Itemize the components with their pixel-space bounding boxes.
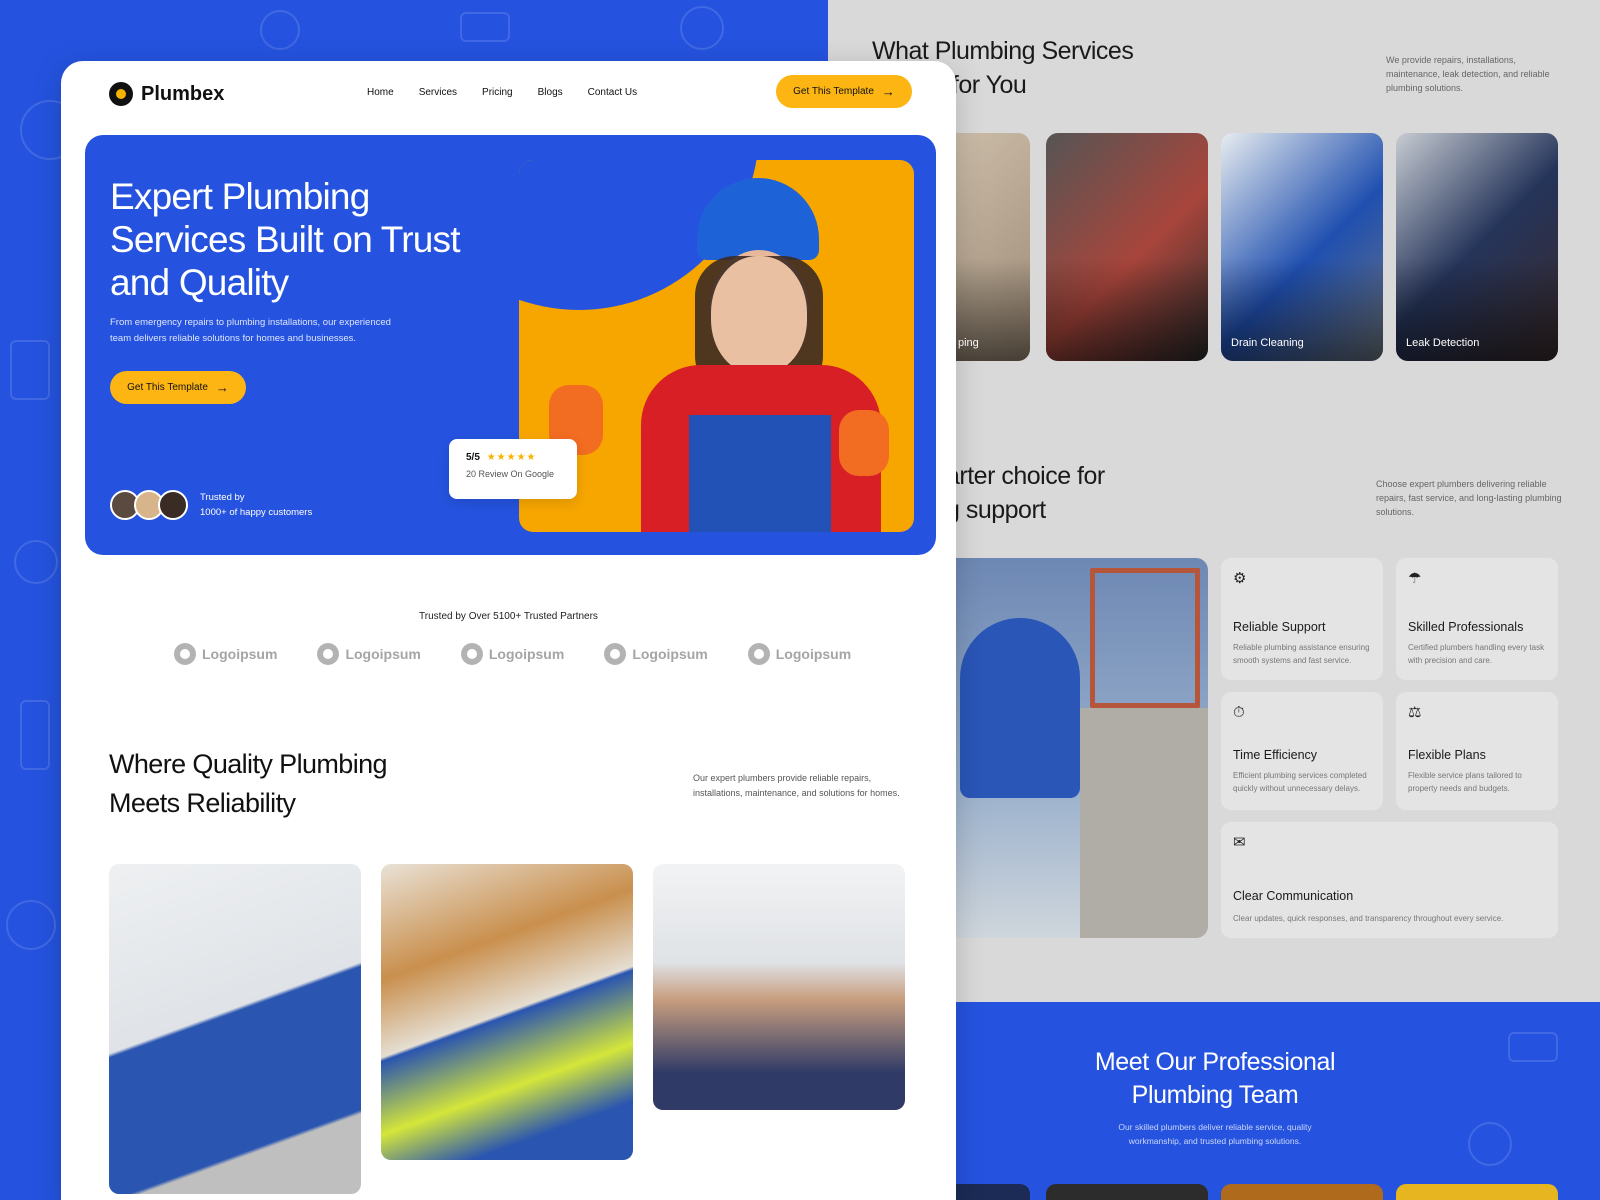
hero-plumber-image xyxy=(519,160,914,532)
trusted-customers: Trusted by 1000+ of happy customers xyxy=(110,490,312,520)
logoipsum-icon xyxy=(174,643,196,665)
brand-name: Plumbex xyxy=(141,82,225,105)
feature-time-efficiency: ⏱ Time Efficiency Efficient plumbing ser… xyxy=(1221,692,1383,810)
avatar xyxy=(158,490,188,520)
feature-clear-communication: ✉ Clear Communication Clear updates, qui… xyxy=(1221,822,1558,938)
feature-desc: Certified plumbers handling every task w… xyxy=(1408,643,1545,665)
partner-logos: Logoipsum Logoipsum Logoipsum Logoipsum … xyxy=(174,643,851,665)
main-nav: Home Services Pricing Blogs Contact Us xyxy=(367,87,637,98)
services-section-description: We provide repairs, installations, maint… xyxy=(1386,55,1550,93)
service-card-pipe-repair[interactable] xyxy=(1046,133,1208,361)
header-cta-label: Get This Template xyxy=(793,86,874,97)
quality-photo-sink xyxy=(653,864,905,1110)
photo-worker xyxy=(960,618,1080,798)
quality-photo-bathroom xyxy=(109,864,361,1194)
arrow-right-icon: → xyxy=(215,380,229,395)
plumber-face-front xyxy=(711,256,807,374)
service-card-label: Drain Cleaning xyxy=(1231,337,1304,349)
feature-title: Reliable Support xyxy=(1233,620,1326,634)
team-section-description: Our skilled plumbers deliver reliable se… xyxy=(1118,1122,1312,1146)
choice-section-title: arter choice for g support xyxy=(946,462,1105,524)
trusted-line-1: Trusted by xyxy=(200,492,245,503)
feature-reliable-support: ⚙ Reliable Support Reliable plumbing ass… xyxy=(1221,558,1383,680)
nav-contact[interactable]: Contact Us xyxy=(588,87,637,98)
partner-name: Logoipsum xyxy=(632,646,708,662)
logoipsum-icon xyxy=(317,643,340,665)
partner-name: Logoipsum xyxy=(345,646,421,662)
partner-name: Logoipsum xyxy=(775,646,852,662)
hero-cta-button[interactable]: Get This Template → xyxy=(110,371,246,404)
team-member-card[interactable] xyxy=(1221,1184,1383,1200)
review-text: 20 Review On Google xyxy=(466,469,555,479)
service-card-drain-cleaning[interactable]: Drain Cleaning xyxy=(1221,133,1383,361)
gear-logo-icon xyxy=(109,82,133,106)
feature-title: Clear Communication xyxy=(1233,889,1354,903)
hero-subtitle: From emergency repairs to plumbing insta… xyxy=(110,317,391,344)
review-score-row: 5/5 ★★★★★ xyxy=(466,452,560,463)
team-member-card[interactable] xyxy=(1396,1184,1558,1200)
partner-logo: Logoipsum xyxy=(747,643,852,665)
choice-section-description: Choose expert plumbers delivering reliab… xyxy=(1376,479,1562,517)
partner-name: Logoipsum xyxy=(202,646,278,662)
service-card-shade xyxy=(1396,133,1558,361)
service-card-label: Leak Detection xyxy=(1406,337,1480,349)
partner-logo: Logoipsum xyxy=(174,643,277,665)
professionals-icon: ☂ xyxy=(1408,570,1422,587)
review-badge: 5/5 ★★★★★ 20 Review On Google xyxy=(449,439,577,499)
feature-title: Skilled Professionals xyxy=(1408,620,1524,634)
feature-skilled-professionals: ☂ Skilled Professionals Certified plumbe… xyxy=(1396,558,1558,680)
team-member-card[interactable] xyxy=(1046,1184,1208,1200)
service-card-shade xyxy=(1221,133,1383,361)
plumber-overalls xyxy=(689,415,831,532)
partner-logo: Logoipsum xyxy=(460,643,565,665)
communication-icon: ✉ xyxy=(1233,834,1246,851)
support-icon: ⚙ xyxy=(1233,570,1247,587)
partner-name: Logoipsum xyxy=(488,646,565,662)
logoipsum-icon xyxy=(460,643,483,665)
service-card-shade xyxy=(1046,133,1208,361)
feature-desc: Flexible service plans tailored to prope… xyxy=(1408,771,1522,793)
feature-title: Time Efficiency xyxy=(1233,748,1318,762)
team-section-title: Meet Our Professional Plumbing Team xyxy=(1094,1048,1336,1109)
service-card-label: ping xyxy=(958,337,979,349)
hero-section: Expert Plumbing Services Built on Trust … xyxy=(85,135,936,555)
nav-services[interactable]: Services xyxy=(419,87,457,98)
feature-title: Flexible Plans xyxy=(1408,748,1486,762)
review-score: 5/5 xyxy=(466,452,480,463)
nav-home[interactable]: Home xyxy=(367,87,394,98)
worker-facade-photo xyxy=(940,558,1208,938)
main-page-card: Plumbex Home Services Pricing Blogs Cont… xyxy=(61,61,956,1200)
arrow-right-icon: → xyxy=(881,84,895,99)
logoipsum-icon xyxy=(747,643,770,665)
feature-flexible-plans: ⚖ Flexible Plans Flexible service plans … xyxy=(1396,692,1558,810)
feature-desc: Efficient plumbing services completed qu… xyxy=(1233,771,1367,793)
brand-logo[interactable]: Plumbex xyxy=(109,82,224,106)
photo-wall xyxy=(1080,708,1208,938)
plumber-glove-right xyxy=(839,410,889,476)
plans-icon: ⚖ xyxy=(1408,704,1422,721)
star-rating-icon: ★★★★★ xyxy=(486,452,537,463)
hero-title: Expert Plumbing Services Built on Trust … xyxy=(110,176,460,303)
logoipsum-icon xyxy=(604,643,627,665)
partners-title: Trusted by Over 5100+ Trusted Partners xyxy=(419,611,598,622)
partner-logo: Logoipsum xyxy=(317,643,421,665)
nav-blogs[interactable]: Blogs xyxy=(538,87,563,98)
partner-logo: Logoipsum xyxy=(604,643,708,665)
feature-desc: Reliable plumbing assistance ensuring sm… xyxy=(1233,643,1370,665)
hero-cta-label: Get This Template xyxy=(127,382,208,393)
header-cta-button[interactable]: Get This Template → xyxy=(776,75,912,108)
time-icon: ⏱ xyxy=(1233,704,1245,721)
trusted-text: Trusted by 1000+ of happy customers xyxy=(200,490,312,520)
nav-pricing[interactable]: Pricing xyxy=(482,87,513,98)
service-card-leak-detection[interactable]: Leak Detection xyxy=(1396,133,1558,361)
quality-section-description: Our expert plumbers provide reliable rep… xyxy=(693,773,900,798)
photo-frame xyxy=(1090,568,1200,708)
quality-photo-pipes xyxy=(381,864,633,1160)
quality-section-title: Where Quality Plumbing Meets Reliability xyxy=(109,749,388,818)
trusted-line-2: 1000+ of happy customers xyxy=(200,507,313,518)
feature-desc: Clear updates, quick responses, and tran… xyxy=(1233,914,1504,923)
